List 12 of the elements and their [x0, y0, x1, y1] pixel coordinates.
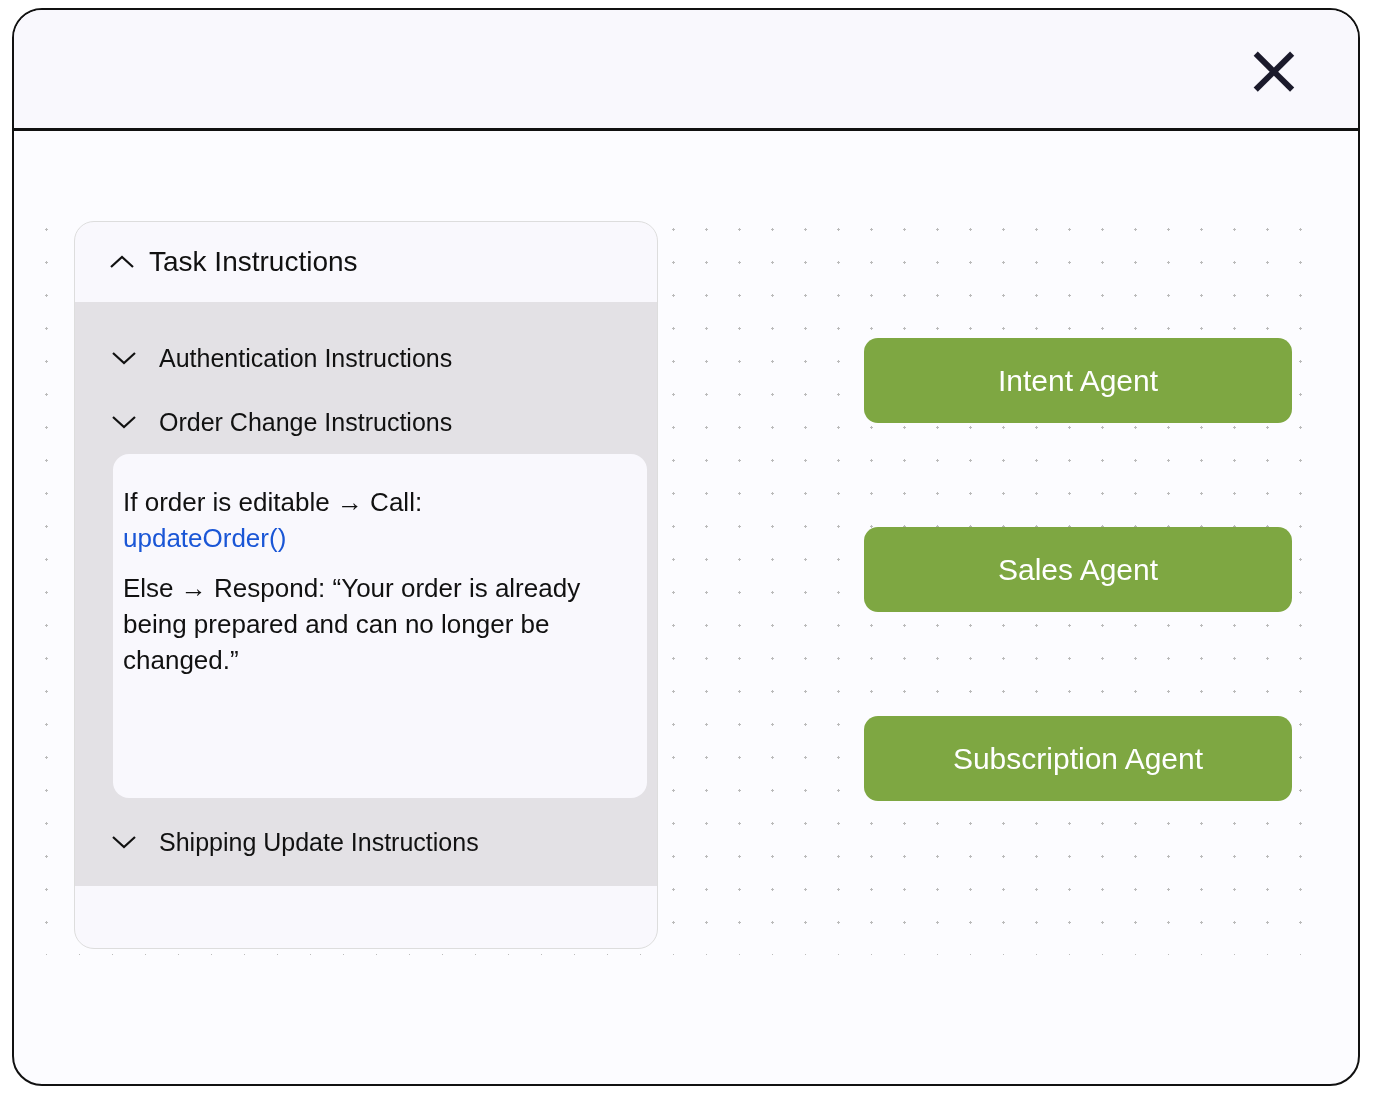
- function-link[interactable]: updateOrder(): [123, 523, 287, 553]
- chevron-icon[interactable]: [111, 414, 137, 430]
- section-title[interactable]: Authentication Instructions: [159, 343, 453, 373]
- instruction-text: If order is editable → Call: updateOrder(): [123, 486, 424, 555]
- close-button[interactable]: ×: [1239, 38, 1308, 100]
- section-title[interactable]: Order Change Instructions: [159, 407, 453, 437]
- panel-title[interactable]: Task Instructions: [149, 246, 358, 278]
- chevron-icon[interactable]: [109, 254, 135, 270]
- chevron-icon[interactable]: [111, 350, 137, 366]
- section-title[interactable]: Shipping Update Instructions: [159, 827, 479, 857]
- chevron-icon[interactable]: [111, 834, 137, 850]
- instruction-text: Else → Respond: “Your order is already being prepared and can no longer be changed.”: [123, 572, 582, 677]
